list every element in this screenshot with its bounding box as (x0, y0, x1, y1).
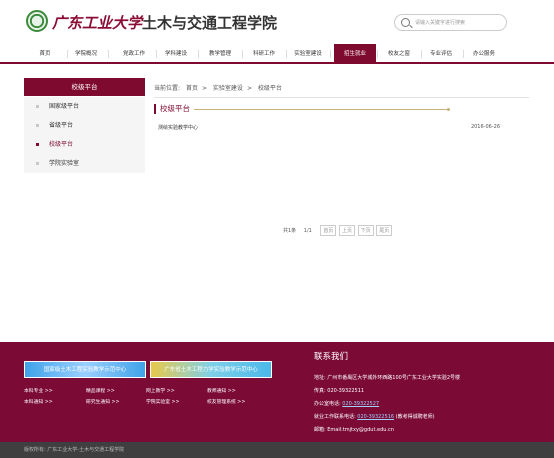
nav-item[interactable]: 党政工作 (113, 44, 155, 64)
sidebar-item[interactable]: 校级平台 (24, 135, 145, 154)
article-date: 2016-06-26 (470, 124, 500, 130)
section-title-rule (194, 108, 450, 111)
nav-item[interactable]: 学院概况 (65, 44, 107, 64)
contact-title: 联系我们 (314, 352, 349, 362)
pager-pages: 1/1 (303, 228, 312, 234)
main-nav: 首页 学院概况 党政工作 学科建设 教学管理 科研工作 实验室建设 招生就业 校友之窗 专业评估办… (0, 44, 554, 64)
bullet-icon (36, 124, 39, 127)
logo-university-name: 广东工业大学 (52, 14, 143, 32)
footer-banner-national-center[interactable]: 国家级土木工程实验教学示范中心 (24, 361, 146, 378)
sidebar-item-label: 国家级平台 (49, 103, 80, 110)
footer-link[interactable]: 学院实验室 >> (146, 398, 180, 405)
sidebar-item[interactable]: 国家级平台 (24, 97, 145, 116)
contact-email: 邮箱: Email:tmjtxy@gdut.edu.cn (314, 427, 394, 433)
pager-last-button[interactable]: 尾页 (376, 225, 393, 236)
nav-item[interactable]: 专业评估 (420, 44, 462, 64)
sidebar-item-label: 校级平台 (49, 141, 74, 148)
pager-total: 共1条 (283, 228, 297, 234)
sidebar-title: 校级平台 (24, 78, 145, 96)
contact-job-phone: 就业工作联系电话: 020-39322516 (教考得诚聘老师) (314, 413, 435, 420)
pager-first-button[interactable]: 首页 (320, 225, 337, 236)
breadcrumb-sep: > (246, 85, 252, 92)
nav-separator (330, 50, 331, 58)
breadcrumb-current[interactable]: 校级平台 (258, 85, 282, 92)
divider (154, 97, 529, 98)
job-phone-note: (教考得诚聘老师) (395, 414, 435, 420)
footer-banner-provincial-center[interactable]: 广东省土木工程力学实验教学示范中心 (150, 361, 272, 378)
bullet-icon (36, 105, 39, 108)
nav-item[interactable]: 学科建设 (155, 44, 197, 64)
contact-address: 地址: 广州市番禺区大学城外环西路100号广东工业大学实验2号楼 (314, 375, 461, 381)
header: 广东工业大学土木与交通工程学院 (0, 0, 554, 45)
bullet-icon (36, 143, 39, 146)
sidebar-item-label: 省级平台 (49, 122, 74, 129)
sidebar-item-label: 学院实验室 (49, 160, 80, 167)
sidebar-item[interactable]: 省级平台 (24, 116, 145, 135)
office-phone-link[interactable]: 020-39322527 (342, 401, 379, 407)
nav-item[interactable]: 教学管理 (199, 44, 241, 64)
section-title: 校级平台 (154, 104, 190, 114)
pagination: 共1条 1/1 首页 上页 下页 尾页 (283, 225, 393, 236)
footer-link[interactable]: 网上教学 >> (146, 387, 175, 394)
nav-item[interactable]: 校友之窗 (378, 44, 420, 64)
nav-item[interactable]: 实验室建设 (287, 44, 329, 64)
pager-prev-button[interactable]: 上页 (339, 225, 356, 236)
nav-item[interactable]: 科研工作 (243, 44, 285, 64)
search-input[interactable] (415, 17, 503, 29)
pager-next-button[interactable]: 下页 (357, 225, 374, 236)
search-icon[interactable] (401, 18, 410, 27)
contact-fax: 传真: 020-39322511 (314, 388, 365, 394)
nav-separator (108, 50, 109, 58)
job-phone-label: 就业工作联系电话: (314, 414, 356, 420)
search-box (394, 14, 507, 31)
logo-department-name: 土木与交通工程学院 (142, 14, 278, 32)
footer: 国家级土木工程实验教学示范中心 广东省土木工程力学实验教学示范中心 本科专业 >… (0, 342, 554, 442)
job-phone-link[interactable]: 020-39322516 (357, 414, 394, 420)
office-phone-label: 办公室电话: (314, 401, 341, 407)
footer-link[interactable]: 教师通知 >> (207, 387, 236, 394)
footer-link[interactable]: 精品课程 >> (86, 387, 115, 394)
nav-item[interactable]: 招生就业 (334, 44, 376, 64)
footer-link[interactable]: 校友管理系统 >> (207, 398, 245, 405)
footer-link[interactable]: 本科专业 >> (24, 387, 53, 394)
list-item[interactable]: 测绘实验教学中心 2016-06-26 (158, 124, 500, 131)
breadcrumb-lab[interactable]: 实验室建设 (213, 85, 243, 92)
contact-office-phone: 办公室电话: 020-39322527 (314, 400, 379, 407)
nav-item[interactable]: 办公服务 (463, 44, 505, 64)
article-title[interactable]: 测绘实验教学中心 (158, 125, 198, 131)
bullet-icon (36, 162, 39, 165)
nav-item[interactable]: 首页 (24, 44, 66, 64)
site-logo[interactable]: 广东工业大学土木与交通工程学院 (52, 12, 277, 33)
university-seal-icon (26, 10, 48, 32)
breadcrumb-prefix: 当前位置: (154, 85, 181, 92)
copyright-bar: 版权所有: 广东工业大学-土木与交通工程学院 (0, 442, 554, 458)
breadcrumb-sep: > (201, 85, 207, 92)
footer-link[interactable]: 研究生通知 >> (86, 398, 120, 405)
footer-link[interactable]: 本科通知 >> (24, 398, 53, 405)
sidebar-item[interactable]: 学院实验室 (24, 154, 145, 173)
breadcrumb-home[interactable]: 首页 (186, 85, 198, 92)
sidebar-list: 国家级平台省级平台校级平台学院实验室 (24, 97, 145, 173)
breadcrumb: 当前位置: 首页 > 实验室建设 > 校级平台 (154, 83, 286, 92)
